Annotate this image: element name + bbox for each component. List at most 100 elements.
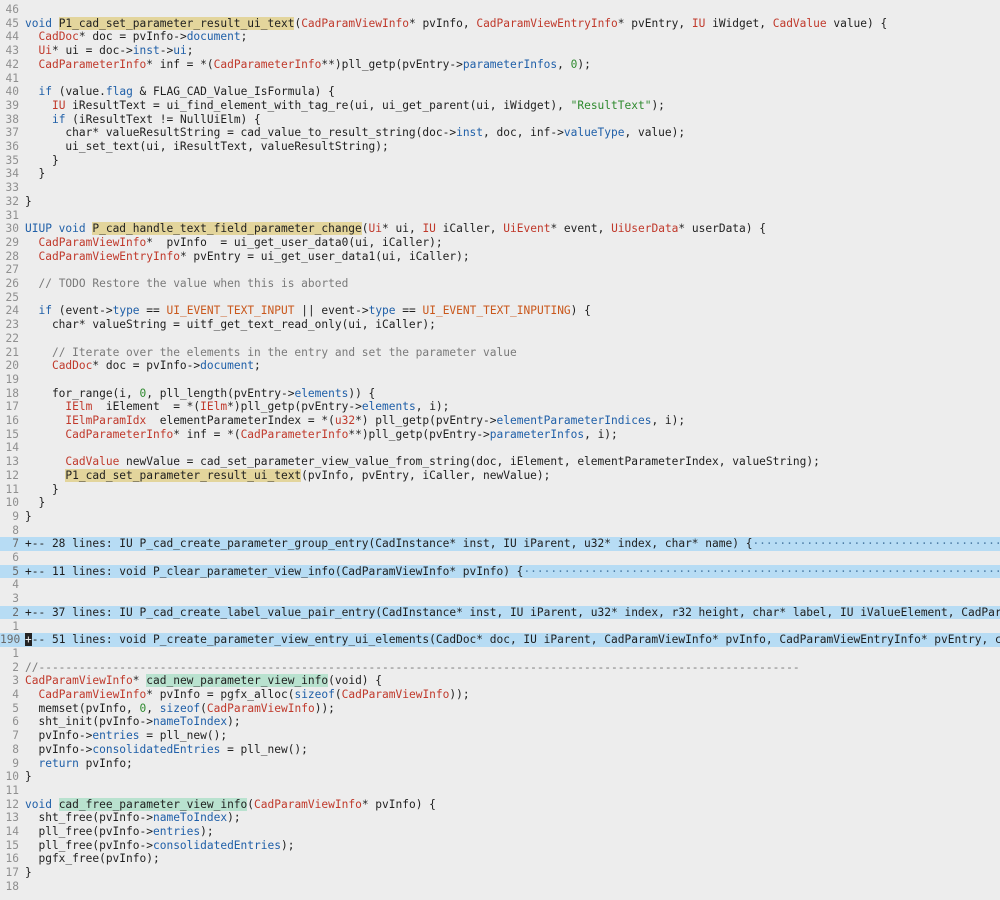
code-line[interactable]: 37 char* valueResultString = cad_value_t… xyxy=(0,126,1000,140)
code-line[interactable]: 1 xyxy=(0,647,1000,661)
code-text: P1_cad_set_parameter_result_ui_text(pvIn… xyxy=(25,468,550,482)
code-line[interactable]: 10} xyxy=(0,770,1000,784)
code-line[interactable]: 41 xyxy=(0,72,1000,86)
code-token: sht_free(pvInfo-> xyxy=(25,811,153,825)
code-line[interactable]: 11 xyxy=(0,784,1000,798)
code-line[interactable]: 24 if (event->type == UI_EVENT_TEXT_INPU… xyxy=(0,304,1000,318)
code-line[interactable]: 17 IElm iElement = *(IElm*)pll_getp(pvEn… xyxy=(0,400,1000,414)
line-number: 3 xyxy=(12,592,19,606)
code-token: } xyxy=(25,482,59,496)
code-line[interactable]: 32} xyxy=(0,195,1000,209)
code-token: * pvInfo, xyxy=(408,16,477,30)
code-line[interactable]: 42 CadParameterInfo* inf = *(CadParamete… xyxy=(0,58,1000,72)
code-line[interactable]: 25 xyxy=(0,291,1000,305)
code-line[interactable]: 28 CadParamViewEntryInfo* pvEntry = ui_g… xyxy=(0,250,1000,264)
folded-region[interactable]: 7 +-- 28 lines: IU P_cad_create_parameter… xyxy=(0,537,1000,551)
code-line[interactable]: 4 CadParamViewInfo* pvInfo = pgfx_alloc(… xyxy=(0,688,1000,702)
code-token: * event, xyxy=(550,222,612,236)
line-number: 18 xyxy=(5,386,19,400)
code-line[interactable]: 39 IU iResultText = ui_find_element_with… xyxy=(0,99,1000,113)
code-token: // TODO Restore the value when this is a… xyxy=(38,277,349,290)
line-number: 43 xyxy=(5,44,19,58)
code-line[interactable]: 16 IElmParamIdx elementParameterIndex = … xyxy=(0,414,1000,428)
code-text: UIUP void P_cad_handle_text_field_parame… xyxy=(25,222,766,236)
code-line[interactable]: 34 } xyxy=(0,167,1000,181)
code-line[interactable]: 29 CadParamViewInfo* pvInfo = ui_get_use… xyxy=(0,236,1000,250)
code-line[interactable]: 44 CadDoc* doc = pvInfo->document; xyxy=(0,30,1000,44)
code-line[interactable]: 43 Ui* ui = doc->inst->ui; xyxy=(0,44,1000,58)
code-line[interactable]: 5 memset(pvInfo, 0, sizeof(CadParamViewI… xyxy=(0,702,1000,716)
code-text: CadParamViewInfo* cad_new_parameter_view… xyxy=(25,674,382,688)
code-line[interactable]: 18 xyxy=(0,880,1000,894)
code-token: , doc, inf-> xyxy=(483,126,564,140)
code-line[interactable]: 8 xyxy=(0,524,1000,538)
code-token: (event-> xyxy=(51,304,113,318)
code-token: ); xyxy=(200,825,214,838)
code-line[interactable]: 13 sht_free(pvInfo->nameToIndex); xyxy=(0,811,1000,825)
code-editor[interactable]: 46 45 void P1_cad_set_parameter_result_ui_… xyxy=(0,0,1000,900)
folded-region[interactable]: 2 +-- 37 lines: IU P_cad_create_label_val… xyxy=(0,605,1000,620)
code-line[interactable]: 12 void cad_free_parameter_view_info(CadP… xyxy=(0,797,1000,812)
code-line[interactable]: 9} xyxy=(0,510,1000,524)
code-line[interactable]: 3 CadParamViewInfo* cad_new_parameter_vie… xyxy=(0,674,1000,688)
code-line[interactable]: 6 sht_init(pvInfo->nameToIndex); xyxy=(0,715,1000,729)
code-line[interactable]: 27 xyxy=(0,263,1000,277)
folded-region[interactable]: 5 +-- 11 lines: void P_clear_parameter_vi… xyxy=(0,564,1000,579)
code-line[interactable]: 3 xyxy=(0,592,1000,606)
code-line[interactable]: 30 UIUP void P_cad_handle_text_field_para… xyxy=(0,222,1000,236)
code-line[interactable]: 6 xyxy=(0,551,1000,565)
code-line[interactable]: 7 pvInfo->entries = pll_new(); xyxy=(0,729,1000,743)
code-line[interactable]: 11 } xyxy=(0,483,1000,497)
line-number: 4 xyxy=(12,688,19,701)
code-token: ; xyxy=(186,44,194,58)
line-number: 14 xyxy=(5,825,19,838)
code-line[interactable]: 22 xyxy=(0,332,1000,346)
code-line[interactable]: 4 xyxy=(0,578,1000,592)
line-number: 10 xyxy=(5,770,19,784)
line-number: 15 xyxy=(5,427,19,441)
code-line[interactable]: 45 void P1_cad_set_parameter_result_ui_te… xyxy=(0,16,1000,31)
code-token: sizeof xyxy=(159,701,201,715)
code-line[interactable]: 14 pll_free(pvInfo->entries); xyxy=(0,825,1000,839)
code-line[interactable]: 31 xyxy=(0,209,1000,223)
line-number: 11 xyxy=(5,482,19,496)
folded-region[interactable]: 190 +-- 51 lines: void P_create_parameter… xyxy=(0,633,1000,647)
code-line[interactable]: 13 CadValue newValue = cad_set_parameter… xyxy=(0,455,1000,469)
code-line[interactable]: 35 } xyxy=(0,154,1000,168)
code-token: iResultText = ui_find_element_with_tag_r… xyxy=(65,98,571,112)
code-token: CadParamViewInfo xyxy=(206,701,315,715)
code-line[interactable]: 12 P1_cad_set_parameter_result_ui_text(p… xyxy=(0,468,1000,483)
code-line[interactable]: 1 xyxy=(0,620,1000,634)
code-line[interactable]: 2 //-------------------------------------… xyxy=(0,661,1000,675)
code-token: CadParamViewInfo xyxy=(341,688,450,701)
code-line[interactable]: 18 for_range(i, 0, pll_length(pvEntry->e… xyxy=(0,387,1000,401)
code-line[interactable]: 8 pvInfo->consolidatedEntries = pll_new(… xyxy=(0,743,1000,757)
code-line[interactable]: 14 xyxy=(0,441,1000,455)
line-number: 18 xyxy=(5,879,19,893)
code-line[interactable]: 17} xyxy=(0,866,1000,880)
code-line[interactable]: 46 xyxy=(0,3,1000,17)
code-line[interactable]: 26 // TODO Restore the value when this i… xyxy=(0,277,1000,291)
code-line[interactable]: 33 xyxy=(0,181,1000,195)
line-number: 12 xyxy=(5,797,19,811)
code-token: ········································… xyxy=(523,564,1000,578)
line-number: 29 xyxy=(5,235,19,249)
code-line[interactable]: 15 CadParameterInfo* inf = *(CadParamete… xyxy=(0,428,1000,442)
code-token: pvInfo; xyxy=(78,756,133,770)
code-line[interactable]: 36 ui_set_text(ui, iResultText, valueRes… xyxy=(0,140,1000,154)
code-line[interactable]: 16 pgfx_free(pvInfo); xyxy=(0,852,1000,866)
code-line[interactable]: 10 } xyxy=(0,496,1000,510)
code-token: * ui = doc-> xyxy=(51,44,133,58)
code-line[interactable]: 15 pll_free(pvInfo->consolidatedEntries)… xyxy=(0,839,1000,853)
code-token: P_cad_handle_text_field_parameter_change xyxy=(92,222,362,236)
code-line[interactable]: 23 char* valueString = uitf_get_text_rea… xyxy=(0,318,1000,332)
code-token: -- 51 lines: void P_create_parameter_vie… xyxy=(31,633,1000,647)
code-line[interactable]: 19 xyxy=(0,373,1000,387)
code-line[interactable]: 21 // Iterate over the elements in the e… xyxy=(0,346,1000,360)
code-line[interactable]: 40 if (value.flag & FLAG_CAD_Value_IsFor… xyxy=(0,85,1000,99)
code-line[interactable]: 38 if (iResultText != NullUiElm) { xyxy=(0,113,1000,127)
code-line[interactable]: 9 return pvInfo; xyxy=(0,757,1000,771)
code-line[interactable]: 20 CadDoc* doc = pvInfo->document; xyxy=(0,359,1000,373)
